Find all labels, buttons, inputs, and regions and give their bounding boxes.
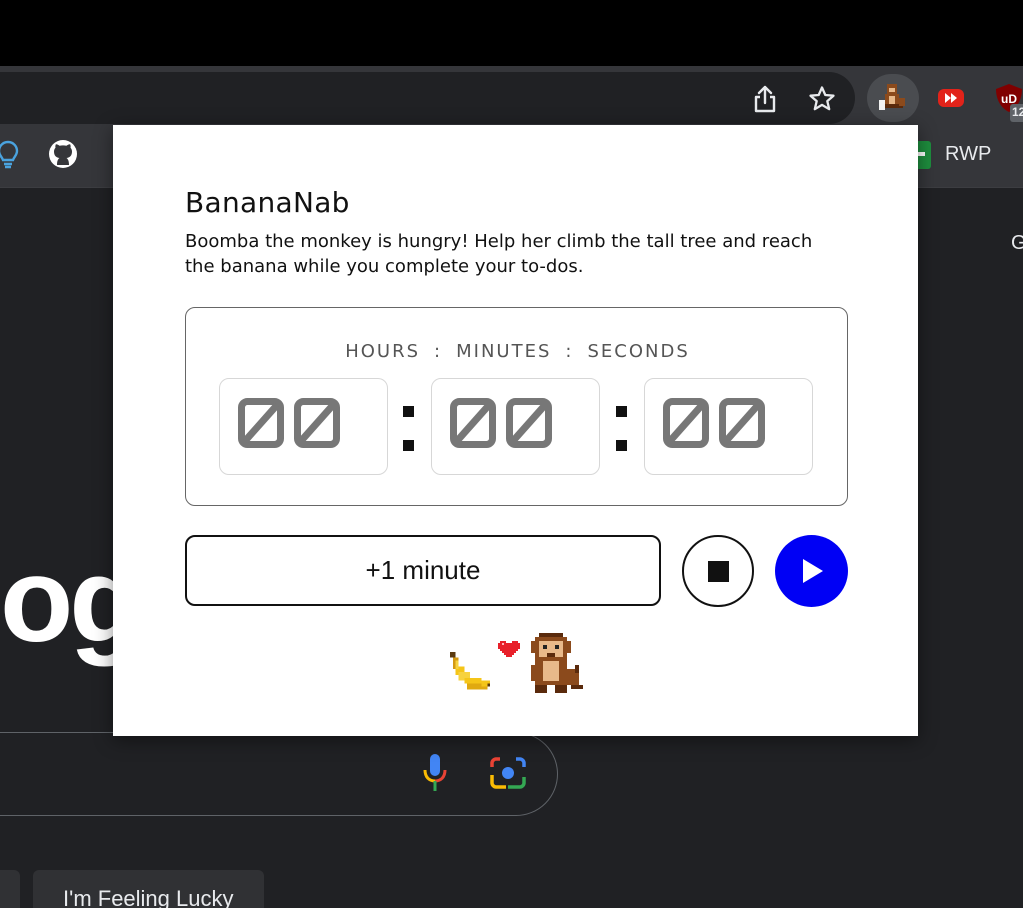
heart-icon — [498, 641, 520, 657]
start-button[interactable] — [775, 535, 848, 607]
timer-digit: 0 — [719, 398, 765, 448]
app-description: Boomba the monkey is hungry! Help her cl… — [185, 231, 813, 277]
timer-unit-labels: HOURS: MINUTES: SECONDS — [186, 341, 849, 362]
bananananab-popup: BananaNab Boomba the monkey is hungry! H… — [113, 125, 918, 736]
hours-label: HOURS — [345, 341, 421, 362]
minutes-label: MINUTES — [456, 341, 552, 362]
stop-button[interactable] — [682, 535, 754, 607]
browser-titlebar — [0, 0, 1023, 66]
bookmark-rwp[interactable]: RWP — [945, 143, 991, 166]
minutes-seconds-colon — [611, 388, 631, 458]
hours-value: 00 — [238, 398, 340, 448]
share-icon[interactable] — [750, 84, 780, 114]
hours-display[interactable]: 00 — [219, 378, 388, 475]
star-icon[interactable] — [807, 84, 837, 114]
feeling-lucky-button[interactable]: I'm Feeling Lucky — [33, 870, 264, 908]
seconds-display[interactable]: 00 — [644, 378, 813, 475]
monkey-icon — [531, 633, 583, 693]
lens-camera-icon[interactable] — [486, 755, 530, 791]
timer-digit: 0 — [450, 398, 496, 448]
monkey-extension-icon[interactable] — [877, 82, 909, 114]
add-minute-button[interactable]: +1 minute — [185, 535, 661, 606]
minutes-display[interactable]: 00 — [431, 378, 600, 475]
lightbulb-icon[interactable] — [0, 138, 24, 170]
stop-icon — [708, 561, 729, 582]
screen: uD 12 RWP G og I'm Feeling Lucky BananaN… — [0, 0, 1023, 908]
unit-separator: : — [565, 341, 574, 362]
address-bar[interactable] — [0, 72, 855, 124]
app-title: BananaNab — [185, 186, 350, 219]
unit-separator: : — [434, 341, 443, 362]
timer-digit: 0 — [238, 398, 284, 448]
minutes-value: 00 — [450, 398, 552, 448]
seconds-value: 00 — [663, 398, 765, 448]
play-icon — [803, 559, 823, 583]
page-corner-text[interactable]: G — [1011, 232, 1023, 255]
mic-icon[interactable] — [420, 752, 450, 794]
timer-digit: 0 — [663, 398, 709, 448]
timer-digit: 0 — [506, 398, 552, 448]
extension-badge: 12 — [1010, 104, 1023, 122]
github-icon[interactable] — [47, 138, 79, 170]
timer-digit: 0 — [294, 398, 340, 448]
seconds-label: SECONDS — [587, 341, 690, 362]
google-search-button[interactable] — [0, 870, 20, 908]
hours-minutes-colon — [398, 388, 418, 458]
google-search-box[interactable] — [0, 732, 558, 816]
timer-card: HOURS:MINUTES:SECONDS 00 00 00 — [185, 307, 848, 506]
banana-icon — [449, 651, 491, 690]
youtube-extension-icon[interactable] — [935, 82, 967, 114]
